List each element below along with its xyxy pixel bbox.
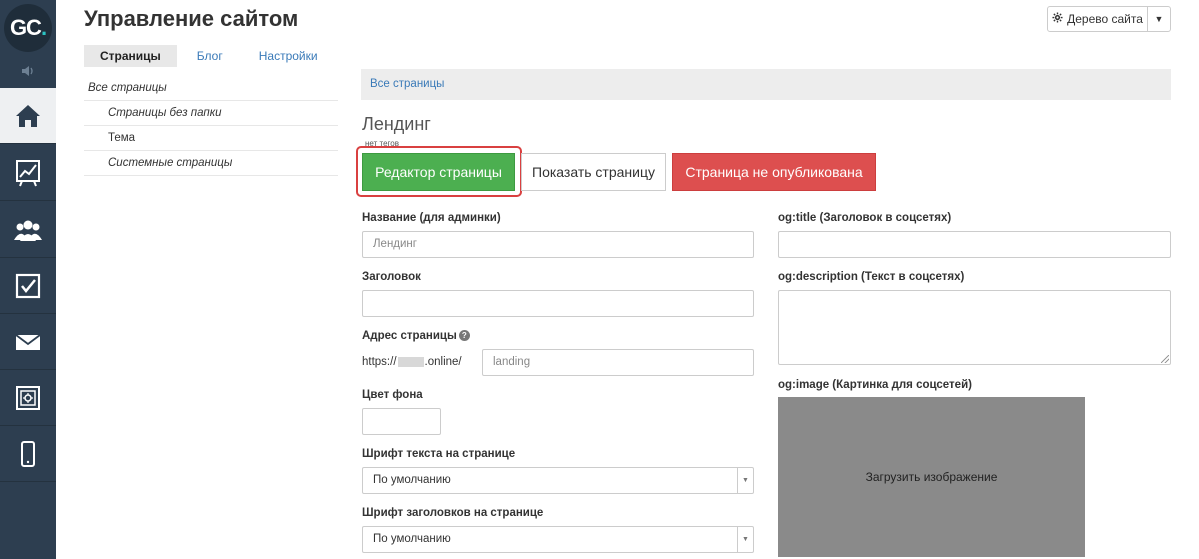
admin-name-input[interactable]: Лендинг <box>362 231 754 258</box>
heading-label: Заголовок <box>362 271 421 283</box>
breadcrumb-all-pages[interactable]: Все страницы <box>370 78 444 90</box>
address-prefix: https:// .online/ <box>362 356 462 368</box>
chevron-down-icon: ▼ <box>737 468 753 493</box>
site-tree-label: Дерево сайта <box>1067 12 1143 26</box>
heading-font-select[interactable]: По умолчанию ▼ <box>362 526 754 553</box>
address-input[interactable]: landing <box>482 349 754 376</box>
heading-font-label: Шрифт заголовков на странице <box>362 507 544 519</box>
mobile-icon[interactable] <box>0 426 56 482</box>
mail-icon[interactable] <box>0 314 56 370</box>
site-tree-button[interactable]: Дерево сайта ▼ <box>1047 6 1171 32</box>
tab-settings[interactable]: Настройки <box>243 45 334 67</box>
speaker-icon[interactable] <box>0 60 56 82</box>
upload-image-area[interactable]: Загрузить изображение <box>778 397 1085 557</box>
og-description-label: og:description (Текст в соцсетях) <box>778 271 965 283</box>
chevron-down-icon[interactable]: ▼ <box>1148 7 1170 31</box>
show-page-button[interactable]: Показать страницу <box>521 153 666 191</box>
page-title: Управление сайтом <box>84 6 299 31</box>
logo[interactable]: GC. <box>0 0 56 56</box>
tree-item-system-pages[interactable]: Системные страницы <box>84 151 338 176</box>
address-prefix-end: .online/ <box>424 356 462 368</box>
tree-item-theme[interactable]: Тема <box>84 126 338 151</box>
help-icon[interactable]: ? <box>458 330 470 341</box>
left-rail: GC. <box>0 0 56 559</box>
checkbox-icon[interactable] <box>0 258 56 314</box>
tab-pages[interactable]: Страницы <box>84 45 177 67</box>
page-editor-button[interactable]: Редактор страницы <box>362 153 515 191</box>
text-font-select[interactable]: По умолчанию ▼ <box>362 467 754 494</box>
address-prefix-start: https:// <box>362 356 397 368</box>
safe-icon[interactable] <box>0 370 56 426</box>
tab-blog[interactable]: Блог <box>181 45 239 67</box>
text-font-label: Шрифт текста на странице <box>362 448 516 460</box>
heading-input[interactable] <box>362 290 754 317</box>
users-icon[interactable] <box>0 202 56 258</box>
bgcolor-input[interactable] <box>362 408 441 435</box>
bgcolor-label: Цвет фона <box>362 389 423 401</box>
site-tree-main[interactable]: Дерево сайта <box>1048 7 1148 31</box>
section-tabs: Страницы Блог Настройки <box>84 45 338 67</box>
upload-image-label: Загрузить изображение <box>865 470 998 484</box>
masked-domain <box>397 357 424 367</box>
tree-item-all-pages[interactable]: Все страницы <box>84 76 338 101</box>
breadcrumb: Все страницы <box>361 69 1171 100</box>
gear-icon <box>1052 12 1063 26</box>
heading-font-value: По умолчанию <box>373 533 451 545</box>
home-icon[interactable] <box>0 88 56 144</box>
unpublished-button[interactable]: Страница не опубликована <box>672 153 876 191</box>
landing-title: Лендинг <box>362 114 431 134</box>
chevron-down-icon: ▼ <box>737 527 753 552</box>
tree-item-no-folder[interactable]: Страницы без папки <box>84 101 338 126</box>
logo-text: GC <box>9 15 42 40</box>
og-title-input[interactable] <box>778 231 1171 258</box>
resize-handle-icon[interactable] <box>1161 355 1169 363</box>
chart-icon[interactable] <box>0 145 56 201</box>
address-label: Адрес страницы? <box>362 330 470 342</box>
address-label-text: Адрес страницы <box>362 330 457 342</box>
og-description-textarea[interactable] <box>778 290 1171 365</box>
og-title-label: og:title (Заголовок в соцсетях) <box>778 212 952 224</box>
text-font-value: По умолчанию <box>373 474 451 486</box>
og-image-label: og:image (Картинка для соцсетей) <box>778 379 972 391</box>
admin-name-label: Название (для админки) <box>362 212 501 224</box>
logo-mark: GC. <box>4 4 52 52</box>
logo-dot: . <box>40 15 47 40</box>
page-folders-tree: Все страницы Страницы без папки Тема Сис… <box>84 76 338 176</box>
